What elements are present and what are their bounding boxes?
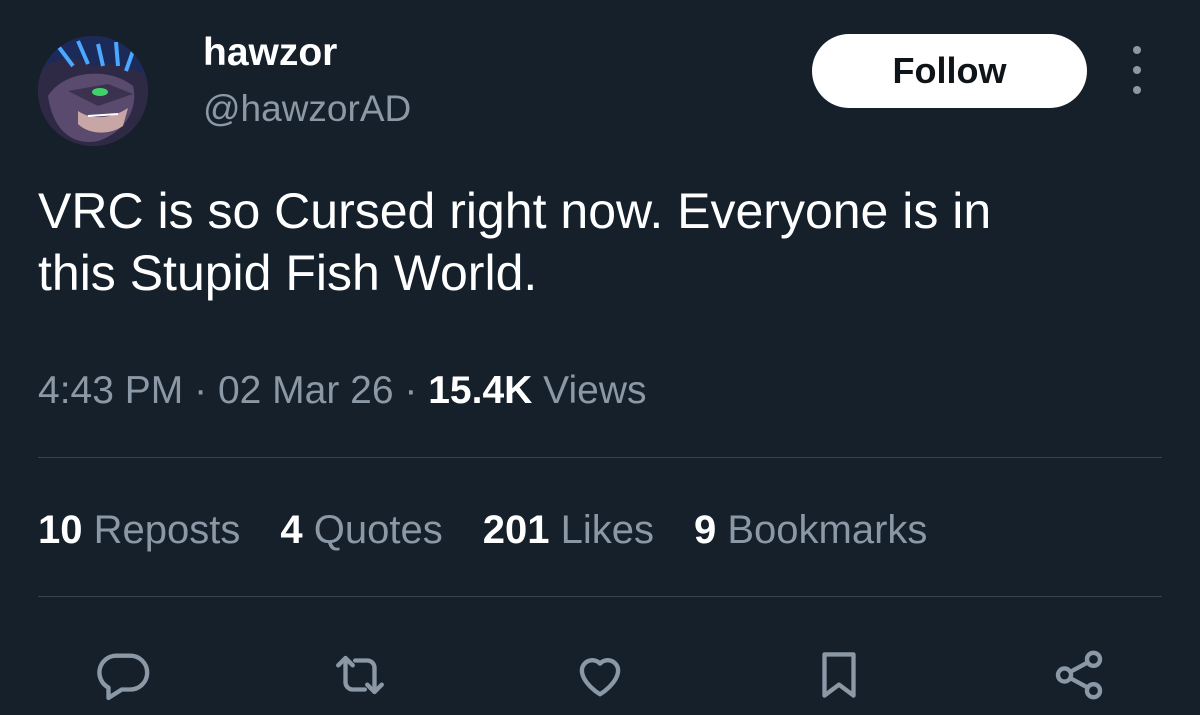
tweet-date[interactable]: 02 Mar 26: [218, 369, 394, 412]
reposts-count: 10: [38, 508, 83, 552]
repost-icon[interactable]: [325, 640, 395, 710]
likes-count: 201: [482, 508, 550, 552]
tweet-text-line: VRC is so Cursed right now. Everyone is …: [38, 183, 992, 239]
likes-stat[interactable]: 201 Likes: [483, 505, 654, 555]
avatar-image: [38, 36, 148, 146]
avatar[interactable]: [38, 36, 148, 146]
meta-separator: ·: [404, 369, 418, 412]
tweet-meta: 4:43 PM · 02 Mar 26 · 15.4K Views: [38, 367, 646, 415]
follow-button[interactable]: Follow: [812, 34, 1087, 108]
bookmark-icon[interactable]: [804, 640, 874, 710]
meta-separator: ·: [194, 369, 208, 412]
tweet-text: VRC is so Cursed right now. Everyone is …: [38, 180, 1158, 304]
author-handle[interactable]: @hawzorAD: [203, 86, 411, 132]
bookmarks-count: 9: [693, 508, 717, 552]
views-label: Views: [543, 369, 647, 412]
likes-label: Likes: [560, 508, 654, 552]
bookmarks-stat[interactable]: 9 Bookmarks: [694, 505, 927, 555]
views-count: 15.4K: [428, 369, 533, 412]
like-icon[interactable]: [565, 640, 635, 710]
divider: [38, 457, 1162, 458]
action-bar: [0, 636, 1200, 715]
quotes-count: 4: [280, 508, 303, 552]
author-display-name[interactable]: hawzor: [203, 30, 337, 76]
reposts-stat[interactable]: 10 Reposts: [38, 505, 240, 555]
divider: [38, 596, 1162, 597]
tweet-time[interactable]: 4:43 PM: [38, 369, 183, 412]
reply-icon[interactable]: [88, 640, 158, 710]
engagement-stats: 10 Reposts 4 Quotes 201 Likes 9 Bookmark…: [38, 505, 967, 555]
more-vertical-icon[interactable]: [1122, 46, 1152, 94]
tweet-text-line: this Stupid Fish World.: [38, 245, 538, 301]
quotes-stat[interactable]: 4 Quotes: [280, 505, 442, 555]
quotes-label: Quotes: [313, 508, 443, 552]
bookmarks-label: Bookmarks: [727, 508, 928, 552]
reposts-label: Reposts: [93, 508, 241, 552]
share-icon[interactable]: [1044, 640, 1114, 710]
